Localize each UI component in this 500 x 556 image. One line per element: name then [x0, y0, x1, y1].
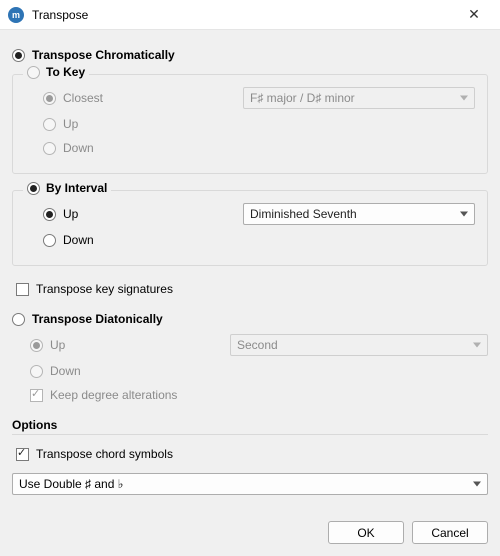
radio-icon	[43, 142, 56, 155]
radio-to-key-closest[interactable]: Closest	[43, 87, 243, 109]
dialog-buttons: OK Cancel	[12, 513, 488, 544]
radio-label[interactable]: To Key	[46, 65, 85, 79]
checkbox-label: Keep degree alterations	[50, 388, 177, 402]
combo-to-key[interactable]: F♯ major / D♯ minor	[243, 87, 475, 109]
checkbox-label: Transpose key signatures	[36, 282, 173, 296]
checkbox-keep-degree-alterations[interactable]: Keep degree alterations	[30, 384, 488, 406]
titlebar: m Transpose ✕	[0, 0, 500, 30]
cancel-button[interactable]: Cancel	[412, 521, 488, 544]
group-title-to-key: To Key	[23, 65, 89, 82]
radio-diatonic-up[interactable]: Up	[30, 334, 230, 356]
radio-label: Down	[63, 141, 94, 155]
checkbox-icon	[16, 283, 29, 296]
dialog-body: Transpose Chromatically To Key Closest F…	[0, 30, 500, 556]
radio-label: Up	[50, 338, 65, 352]
combo-value: Diminished Seventh	[250, 207, 357, 221]
options-heading: Options	[12, 418, 488, 432]
checkbox-transpose-chord-symbols[interactable]: Transpose chord symbols	[16, 443, 488, 465]
radio-transpose-diatonically[interactable]: Transpose Diatonically	[12, 308, 488, 330]
radio-label: Up	[63, 117, 78, 131]
group-to-key: To Key Closest F♯ major / D♯ minor Up	[12, 74, 488, 174]
radio-label: Up	[63, 207, 78, 221]
checkbox-transpose-key-signatures[interactable]: Transpose key signatures	[16, 278, 488, 300]
checkbox-icon	[16, 448, 29, 461]
group-title-by-interval: By Interval	[23, 181, 111, 198]
chevron-down-icon	[473, 482, 481, 487]
checkbox-icon	[30, 389, 43, 402]
ok-button[interactable]: OK	[328, 521, 404, 544]
radio-icon[interactable]	[27, 66, 40, 79]
radio-label[interactable]: By Interval	[46, 181, 107, 195]
combo-diatonic-interval[interactable]: Second	[230, 334, 488, 356]
chevron-down-icon	[473, 343, 481, 348]
radio-icon	[43, 208, 56, 221]
radio-label: Transpose Diatonically	[32, 312, 163, 326]
radio-icon	[43, 118, 56, 131]
radio-to-key-down[interactable]: Down	[43, 137, 475, 159]
radio-icon	[30, 339, 43, 352]
radio-icon[interactable]	[27, 182, 40, 195]
radio-transpose-chromatically[interactable]: Transpose Chromatically	[12, 44, 488, 66]
chevron-down-icon	[460, 96, 468, 101]
radio-label: Transpose Chromatically	[32, 48, 175, 62]
radio-icon	[43, 92, 56, 105]
chevron-down-icon	[460, 212, 468, 217]
radio-by-interval-down[interactable]: Down	[43, 229, 475, 251]
combo-value: Use Double ♯ and ♭	[19, 477, 123, 491]
combo-by-interval[interactable]: Diminished Seventh	[243, 203, 475, 225]
app-icon: m	[8, 7, 24, 23]
combo-value: F♯ major / D♯ minor	[250, 91, 355, 105]
radio-icon	[30, 365, 43, 378]
combo-accidentals[interactable]: Use Double ♯ and ♭	[12, 473, 488, 495]
radio-diatonic-down[interactable]: Down	[30, 360, 488, 382]
group-by-interval: By Interval Up Diminished Seventh Down	[12, 190, 488, 266]
radio-label: Down	[50, 364, 81, 378]
radio-label: Closest	[63, 91, 103, 105]
radio-by-interval-up[interactable]: Up	[43, 203, 243, 225]
radio-label: Down	[63, 233, 94, 247]
window-title: Transpose	[32, 8, 456, 22]
combo-value: Second	[237, 338, 278, 352]
checkbox-label: Transpose chord symbols	[36, 447, 173, 461]
close-button[interactable]: ✕	[456, 3, 492, 27]
radio-icon	[12, 49, 25, 62]
radio-to-key-up[interactable]: Up	[43, 113, 475, 135]
radio-icon	[12, 313, 25, 326]
radio-icon	[43, 234, 56, 247]
